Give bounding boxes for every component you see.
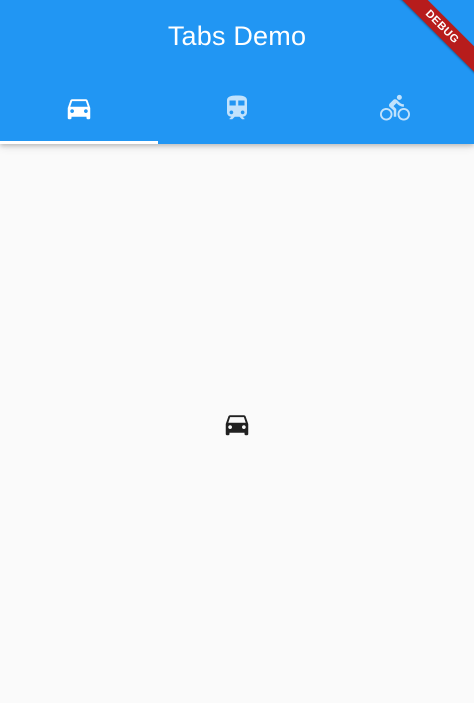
tab-car[interactable]	[0, 72, 158, 144]
tab-bike[interactable]	[316, 72, 474, 144]
tab-bar	[0, 72, 474, 144]
car-icon	[222, 409, 252, 439]
bicycle-icon	[380, 93, 410, 123]
car-icon	[64, 93, 94, 123]
app-bar-title: Tabs Demo	[167, 21, 307, 51]
app-bar: Tabs Demo	[0, 0, 474, 144]
tab-content	[0, 144, 474, 703]
selected-tab-indicator	[0, 141, 158, 144]
tab-transit[interactable]	[158, 72, 316, 144]
train-icon	[222, 93, 252, 123]
